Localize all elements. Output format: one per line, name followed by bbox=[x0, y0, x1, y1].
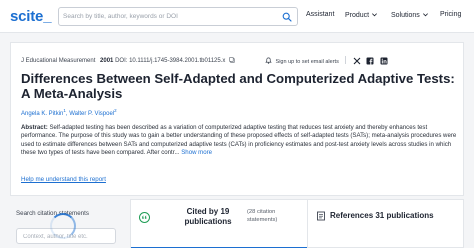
document-icon bbox=[317, 211, 325, 221]
chevron-down-icon bbox=[372, 13, 378, 17]
search-icon[interactable] bbox=[282, 12, 292, 22]
alert-and-share-row: Sign up to set email alerts bbox=[265, 56, 392, 65]
copy-icon[interactable] bbox=[229, 57, 235, 63]
nav-solutions[interactable]: Solutions bbox=[391, 11, 429, 19]
nav-assistant[interactable]: Assistant bbox=[306, 11, 334, 18]
journal-name[interactable]: J Educational Measurement bbox=[21, 58, 95, 64]
abstract: Abstract: Self-adapted testing has been … bbox=[21, 124, 459, 158]
author-name: Angela K. Pitkin bbox=[21, 111, 64, 117]
divider bbox=[345, 56, 347, 64]
author-list: Angela K. Pitkin1, Walter P. Vispoel2 bbox=[21, 108, 117, 117]
linkedin-icon[interactable] bbox=[380, 57, 388, 65]
scite-logo[interactable]: scite_ bbox=[10, 8, 52, 25]
tab-references[interactable]: References 31 publications bbox=[307, 200, 465, 248]
nav-solutions-label: Solutions bbox=[391, 12, 420, 19]
citation-search-label: Search citation statements bbox=[16, 210, 89, 217]
abstract-text: Self-adapted testing has been described … bbox=[21, 124, 457, 157]
publication-year: 2001 bbox=[100, 58, 114, 64]
article-meta: J Educational Measurement 2001 DOI: 10.1… bbox=[21, 57, 235, 64]
search-input[interactable] bbox=[63, 10, 273, 23]
help-understand-link[interactable]: Help me understand this report bbox=[21, 176, 106, 183]
author-link[interactable]: Angela K. Pitkin1 bbox=[21, 108, 66, 117]
references-count: References 31 publications bbox=[330, 211, 434, 220]
loading-spinner bbox=[50, 213, 76, 239]
show-more-link[interactable]: Show more bbox=[181, 149, 212, 156]
top-navigation-bar: scite_ Assistant Product Solutions Prici… bbox=[0, 0, 474, 33]
citation-statements-count: (28 citation statements) bbox=[247, 209, 278, 223]
article-title: Differences Between Self-Adapted and Com… bbox=[21, 71, 455, 101]
nav-product[interactable]: Product bbox=[345, 11, 378, 19]
abstract-label: Abstract: bbox=[21, 124, 48, 131]
twitter-icon[interactable] bbox=[353, 57, 361, 65]
article-card: J Educational Measurement 2001 DOI: 10.1… bbox=[10, 42, 464, 196]
quote-icon bbox=[139, 212, 150, 223]
author-affiliation-marker: 2 bbox=[114, 108, 117, 113]
tab-cited-by[interactable]: Cited by 19 publications (28 citation st… bbox=[131, 200, 307, 248]
nav-product-label: Product bbox=[345, 12, 370, 19]
doi-text[interactable]: DOI: 10.1111/j.1745-3984.2001.tb01125.x bbox=[115, 58, 225, 64]
cited-by-count: Cited by 19 publications bbox=[184, 207, 232, 226]
bell-icon[interactable] bbox=[265, 57, 272, 64]
citation-tabs: Cited by 19 publications (28 citation st… bbox=[130, 199, 464, 248]
facebook-icon[interactable] bbox=[366, 57, 374, 65]
author-name: Walter P. Vispoel bbox=[69, 111, 115, 117]
search-box[interactable] bbox=[58, 7, 298, 26]
email-alert-link[interactable]: Sign up to set email alerts bbox=[276, 59, 339, 65]
nav-pricing[interactable]: Pricing bbox=[440, 11, 461, 18]
author-link[interactable]: Walter P. Vispoel2 bbox=[69, 108, 117, 117]
chevron-down-icon bbox=[422, 13, 428, 17]
